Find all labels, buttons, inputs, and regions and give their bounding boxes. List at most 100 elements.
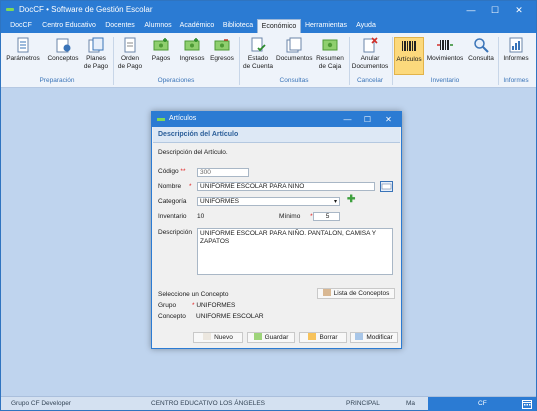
descripcion-value: UNIFORME ESCOLAR PARA NIÑO. PANTALON, CA… [200,230,377,245]
conceptos-label: Conceptos [47,55,79,62]
dialog-title-bar: Artículos — ☐ ✕ [152,112,401,127]
ingresos-button[interactable]: Ingresos [177,37,207,75]
descripcion-textarea[interactable]: UNIFORME ESCOLAR PARA NIÑO. PANTALON, CA… [197,228,393,275]
movements-icon [437,40,453,50]
seleccione-concepto-label: Seleccione un Concepto [158,291,229,298]
documentos-button[interactable]: Documentos [276,37,313,75]
parametros-button[interactable]: Parámetros [5,37,41,75]
calendar-icon[interactable] [522,399,532,409]
dialog-logo-icon [157,118,165,121]
status-app: CF [478,400,487,407]
minimize-button[interactable]: — [461,1,481,19]
tab-centro-educativo[interactable]: Centro Educativo [39,19,99,33]
status-app-area: CF [428,397,536,411]
planes-de-pago-button[interactable]: Planes de Pago [83,37,109,75]
tab-economico[interactable]: Económico [257,19,301,34]
pagos-button[interactable]: Pagos [147,37,175,75]
keyboard-icon[interactable] [380,181,393,192]
status-center: CENTRO EDUCATIVO LOS ÁNGELES [151,400,266,407]
close-button[interactable]: ✕ [509,1,529,19]
group-label-consultas: Consultas [279,77,309,84]
planes-label-2: de Pago [83,63,109,70]
dialog-close-button[interactable]: ✕ [381,112,396,127]
movimientos-label: Movimientos [426,55,464,62]
save-icon [253,333,262,340]
codigo-input[interactable]: 300 [197,168,249,177]
income-icon [184,38,200,51]
payment-order-icon [124,37,136,53]
orden-de-pago-button[interactable]: Orden de Pago [117,37,143,75]
informes-button[interactable]: Informes [500,37,532,75]
status-bar: Grupo CF Developer CENTRO EDUCATIVO LOS … [1,396,536,411]
anular-label-2: Documentos [351,63,389,70]
tab-doccf[interactable]: DocCF [5,19,37,33]
concepto-label: Concepto [158,313,186,320]
group-separator [498,37,499,85]
title-bar: DocCF • Software de Gestión Escolar — ☐ … [1,1,536,19]
anular-documentos-button[interactable]: Anular Documentos [351,37,389,75]
codigo-label: Código ** [158,168,186,175]
tab-docentes[interactable]: Docentes [101,19,139,33]
minimo-input[interactable]: 5 [313,212,340,221]
tab-herramientas[interactable]: Herramientas [303,19,349,33]
menu-bar: DocCF Centro Educativo Docentes Alumnos … [1,19,536,34]
modificar-button[interactable]: Modificar [350,332,398,343]
nuevo-button[interactable]: Nuevo [193,332,243,343]
add-category-icon[interactable]: ✚ [347,194,355,205]
group-separator [113,37,114,85]
egresos-button[interactable]: Egresos [208,37,236,75]
informes-label: Informes [503,55,529,62]
resumen-de-caja-button[interactable]: Resumen de Caja [314,37,346,75]
categoria-value: UNIFORMES [200,198,239,205]
pagos-label: Pagos [151,55,171,62]
lista-de-conceptos-button[interactable]: Lista de Conceptos [317,288,395,299]
nombre-input[interactable]: UNIFORME ESCOLAR PARA NIÑO [197,182,375,191]
categoria-label: Categoría [158,198,187,205]
articulos-label: Artículos [396,56,422,63]
estado-de-cuenta-button[interactable]: Estado de Cuenta [241,37,275,75]
grupo-value: * UNIFORMES [192,302,236,309]
ingresos-label: Ingresos [179,55,205,62]
tab-ayuda[interactable]: Ayuda [351,19,381,33]
section-title: Descripción del Artículo [158,131,239,138]
guardar-button[interactable]: Guardar [247,332,295,343]
reports-icon [509,37,523,53]
parameters-icon [17,37,29,53]
group-label-preparacion: Preparación [39,77,75,84]
section-header: Descripción del Artículo [153,127,400,143]
maximize-button[interactable]: ☐ [485,1,505,19]
articulos-button[interactable]: Artículos [394,37,424,75]
concepto-value: UNIFORME ESCOLAR [196,313,264,320]
dialog-minimize-button[interactable]: — [340,112,355,127]
estado-label-1: Estado [247,55,269,62]
minimo-label: Mínimo * [279,213,313,220]
status-user: Ma [406,400,416,407]
cancel-document-icon [363,37,378,53]
delete-icon [308,333,317,340]
status-branch: PRINCIPAL [346,400,380,407]
group-separator [392,37,393,85]
group-separator [349,37,350,85]
estado-label-2: de Cuenta [243,63,273,70]
group-label-informes: Informes [503,77,529,84]
tab-biblioteca[interactable]: Biblioteca [219,19,257,33]
tab-academico[interactable]: Académico [177,19,217,33]
conceptos-button[interactable]: Conceptos [45,37,81,75]
inventario-value: 10 [197,213,205,220]
payments-icon [153,38,169,51]
descripcion-label: Descripción [158,229,192,236]
app-logo-icon [6,8,14,11]
documentos-label: Documentos [276,55,313,62]
borrar-button[interactable]: Borrar [299,332,347,343]
dialog-maximize-button[interactable]: ☐ [360,112,375,127]
tab-alumnos[interactable]: Alumnos [141,19,175,33]
consulta-label: Consulta [468,55,494,62]
consulta-button[interactable]: Consulta [466,37,496,75]
anular-label-1: Anular [360,55,380,62]
categoria-select[interactable]: UNIFORMES ▾ [197,197,340,206]
barcode-icon [402,41,416,51]
window-title: DocCF • Software de Gestión Escolar [19,5,153,14]
resumen-label-2: de Caja [318,63,342,70]
movimientos-button[interactable]: Movimientos [426,37,464,75]
documents-icon [286,37,302,53]
